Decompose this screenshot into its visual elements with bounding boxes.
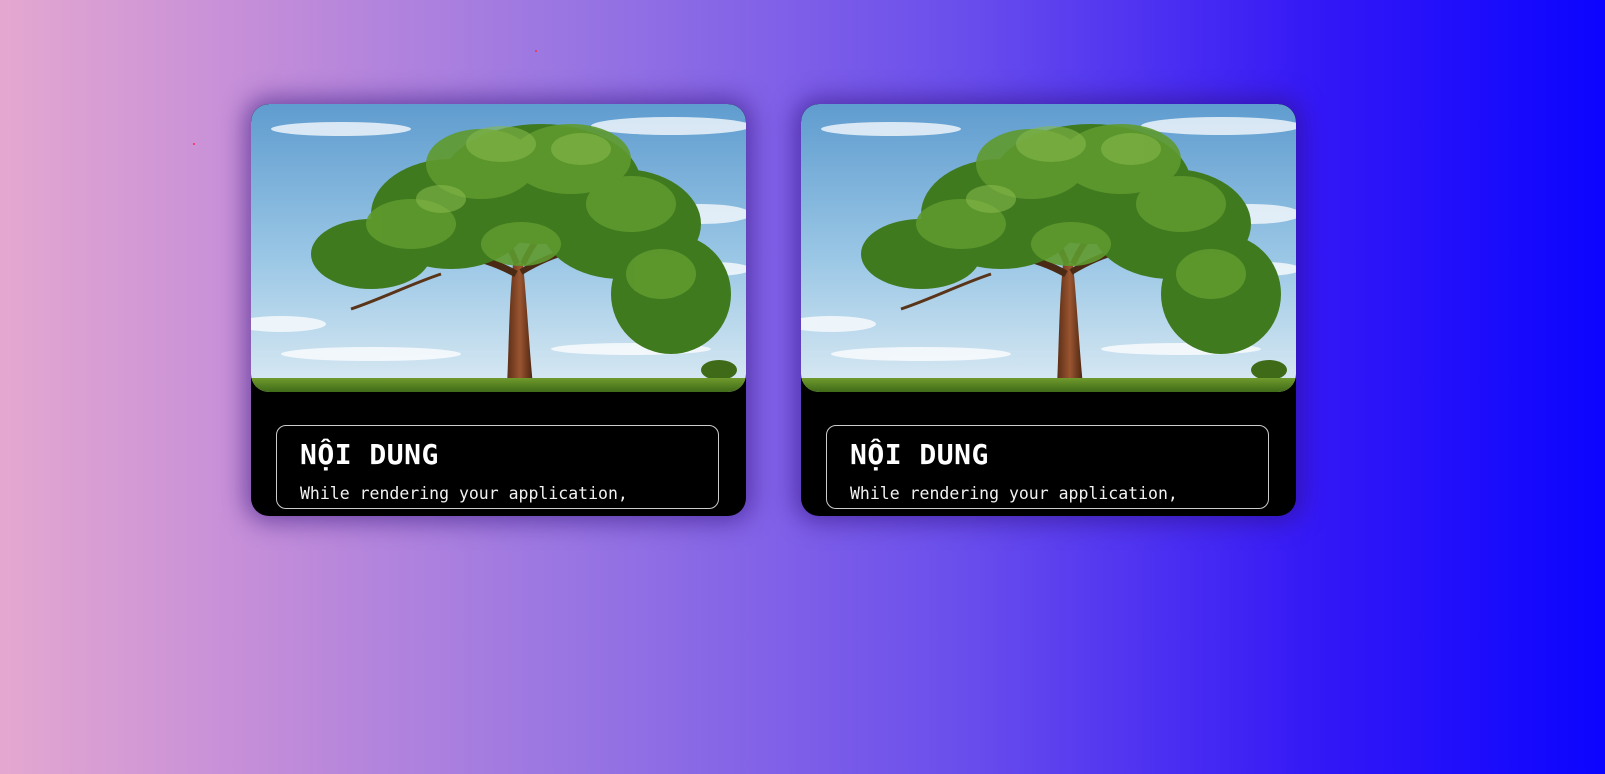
card-title: NỘI DUNG: [850, 438, 989, 471]
card-content-box: NỘI DUNG While rendering your applicatio…: [276, 425, 719, 509]
decorative-dot: [193, 143, 195, 145]
card-title: NỘI DUNG: [300, 438, 439, 471]
card-content-box: NỘI DUNG While rendering your applicatio…: [826, 425, 1269, 509]
tree-landscape-image: [801, 104, 1296, 392]
tree-landscape-image: [251, 104, 746, 392]
card-description: While rendering your application,: [300, 484, 628, 503]
content-card[interactable]: NỘI DUNG While rendering your applicatio…: [251, 104, 746, 516]
card-description: While rendering your application,: [850, 484, 1178, 503]
content-card[interactable]: NỘI DUNG While rendering your applicatio…: [801, 104, 1296, 516]
decorative-dot: [535, 50, 537, 52]
card-list: NỘI DUNG While rendering your applicatio…: [251, 104, 1296, 516]
